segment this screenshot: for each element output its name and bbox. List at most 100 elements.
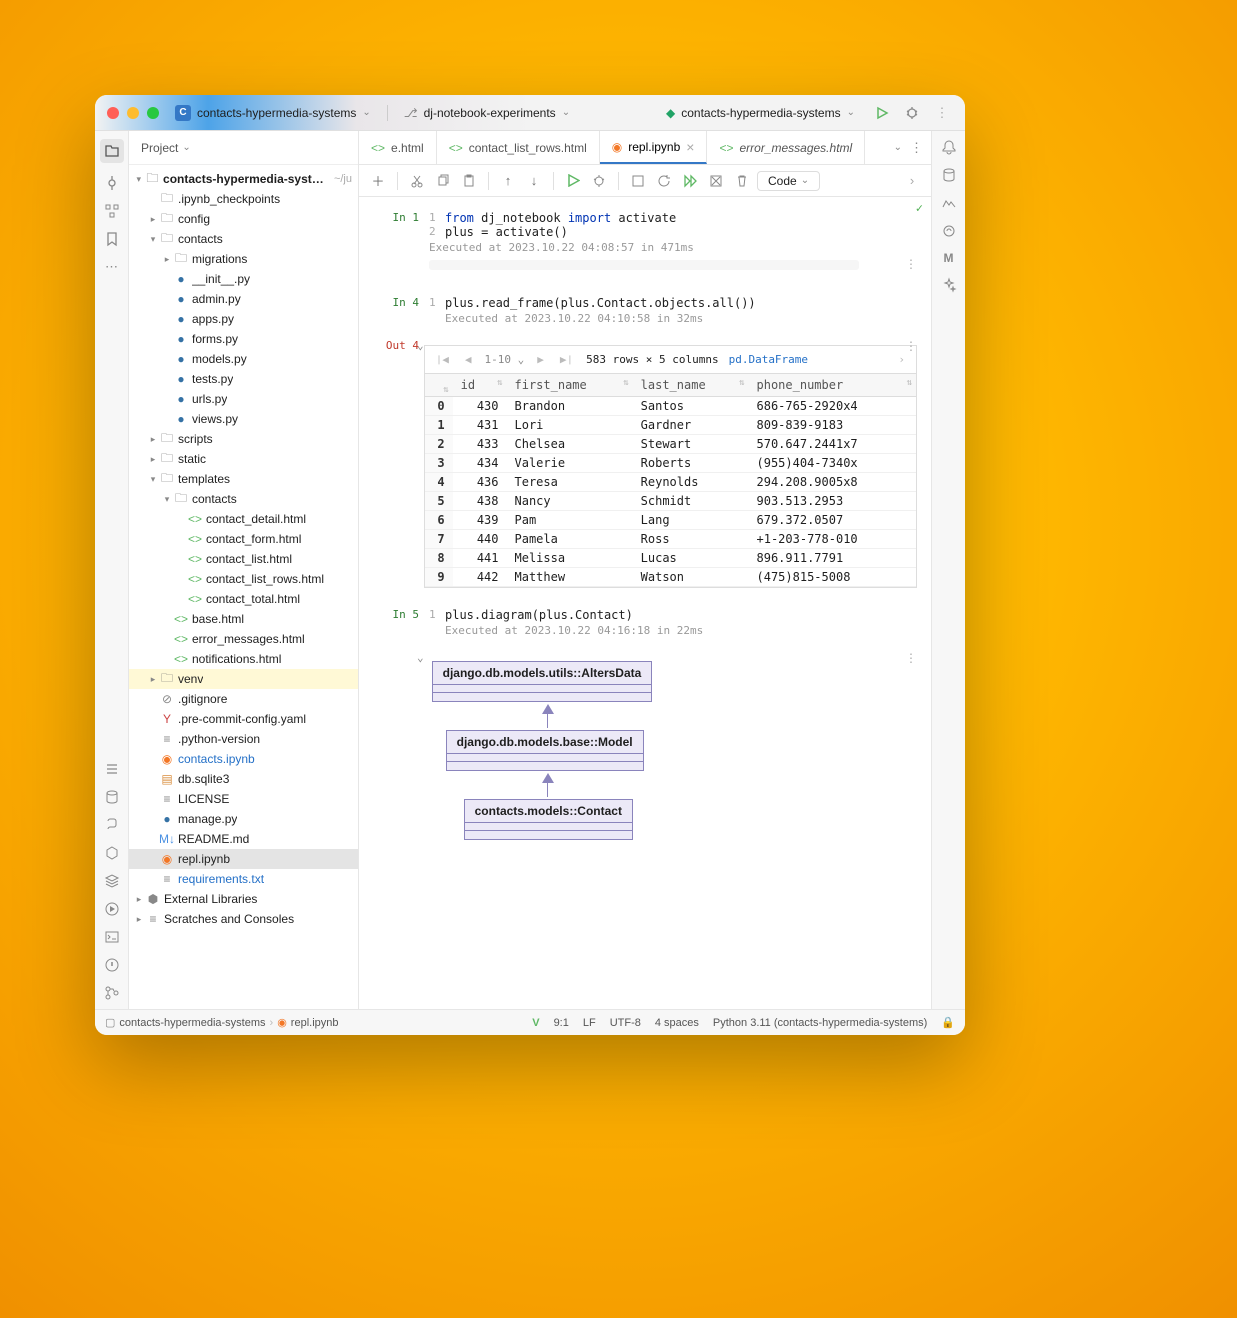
close-tab-button[interactable]: × bbox=[686, 139, 694, 155]
file-node[interactable]: ▸🗀config bbox=[129, 209, 358, 229]
column-header[interactable]: phone_number⇅ bbox=[749, 374, 917, 397]
file-node[interactable]: <>contact_detail.html bbox=[129, 509, 358, 529]
file-node[interactable]: ◉repl.ipynb bbox=[129, 849, 358, 869]
more-button[interactable]: ⋮ bbox=[931, 102, 953, 124]
editor-tab[interactable]: <>contact_list_rows.html bbox=[437, 131, 600, 164]
collapse-icon[interactable]: ⌄ bbox=[417, 651, 424, 850]
endpoints-icon[interactable] bbox=[941, 223, 957, 239]
cut-button[interactable] bbox=[406, 170, 428, 192]
notebook-cell[interactable]: In 1 1from dj_notebook import activate 2… bbox=[359, 207, 931, 292]
first-page-button[interactable]: ❘◀ bbox=[433, 353, 452, 366]
maximize-window-button[interactable] bbox=[147, 107, 159, 119]
file-node[interactable]: ●forms.py bbox=[129, 329, 358, 349]
file-node[interactable]: <>base.html bbox=[129, 609, 358, 629]
expand-button[interactable]: › bbox=[895, 353, 908, 366]
bookmarks-tool-icon[interactable] bbox=[104, 231, 120, 247]
file-node[interactable]: ▸🗀migrations bbox=[129, 249, 358, 269]
run-all-button[interactable] bbox=[679, 170, 701, 192]
notebook-cell[interactable]: In 5 1 plus.diagram(plus.Contact) Execut… bbox=[359, 604, 931, 647]
structure-tool-icon[interactable] bbox=[104, 203, 120, 219]
file-node[interactable]: ●urls.py bbox=[129, 389, 358, 409]
run-tool-icon[interactable] bbox=[104, 901, 120, 917]
editor-tab[interactable]: <>error_messages.html bbox=[707, 131, 865, 164]
terminal-icon[interactable] bbox=[104, 929, 120, 945]
cell-type-selector[interactable]: Code ⌄ bbox=[757, 171, 820, 191]
file-node[interactable]: <>error_messages.html bbox=[129, 629, 358, 649]
table-row[interactable]: 1431LoriGardner809-839-9183 bbox=[425, 416, 916, 435]
cell-menu-button[interactable]: ⋮ bbox=[905, 651, 917, 665]
file-node[interactable]: ▸🗀scripts bbox=[129, 429, 358, 449]
table-row[interactable]: 3434ValerieRoberts(955)404-7340x bbox=[425, 454, 916, 473]
notifications-icon[interactable] bbox=[941, 139, 957, 155]
file-node[interactable]: <>notifications.html bbox=[129, 649, 358, 669]
cell-menu-button[interactable]: ⋮ bbox=[905, 339, 917, 353]
table-row[interactable]: 0430BrandonSantos686-765-2920x4 bbox=[425, 397, 916, 416]
indent-setting[interactable]: 4 spaces bbox=[655, 1017, 699, 1029]
file-node[interactable]: ▸🗀static bbox=[129, 449, 358, 469]
move-up-button[interactable]: ↑ bbox=[497, 170, 519, 192]
editor-tab[interactable]: <>e.html bbox=[359, 131, 437, 164]
editor-tab[interactable]: ◉repl.ipynb× bbox=[600, 131, 708, 164]
page-range[interactable]: 1-10 ⌄ bbox=[485, 353, 525, 366]
prev-page-button[interactable]: ◀ bbox=[462, 353, 475, 366]
run-button[interactable] bbox=[871, 102, 893, 124]
sidebar-header[interactable]: Project ⌄ bbox=[129, 131, 358, 165]
branch-selector[interactable]: ⎇ dj-notebook-experiments ⌄ bbox=[396, 104, 578, 122]
file-node[interactable]: ▾🗀contacts bbox=[129, 229, 358, 249]
add-cell-button[interactable]: ＋ bbox=[367, 170, 389, 192]
move-down-button[interactable]: ↓ bbox=[523, 170, 545, 192]
minimize-window-button[interactable] bbox=[127, 107, 139, 119]
run-cell-button[interactable] bbox=[562, 170, 584, 192]
table-row[interactable]: 8441MelissaLucas896.911.7791 bbox=[425, 549, 916, 568]
encoding[interactable]: UTF-8 bbox=[610, 1017, 641, 1029]
file-node[interactable]: ▸≡Scratches and Consoles bbox=[129, 909, 358, 929]
dataframe-type[interactable]: pd.DataFrame bbox=[729, 353, 808, 366]
file-node[interactable]: Y.pre-commit-config.yaml bbox=[129, 709, 358, 729]
paste-button[interactable] bbox=[458, 170, 480, 192]
file-node[interactable]: ≡LICENSE bbox=[129, 789, 358, 809]
lock-icon[interactable]: 🔒 bbox=[941, 1016, 955, 1029]
file-node[interactable]: M↓README.md bbox=[129, 829, 358, 849]
cursor-position[interactable]: 9:1 bbox=[554, 1017, 569, 1029]
more-tools-icon[interactable]: ⋯ bbox=[105, 259, 118, 275]
file-node[interactable]: <>contact_form.html bbox=[129, 529, 358, 549]
table-row[interactable]: 4436TeresaReynolds294.208.9005x8 bbox=[425, 473, 916, 492]
notebook-cell[interactable]: In 4 1 plus.read_frame(plus.Contact.obje… bbox=[359, 292, 931, 335]
project-selector[interactable]: C contacts-hypermedia-systems ⌄ bbox=[167, 103, 379, 123]
file-node[interactable]: ●models.py bbox=[129, 349, 358, 369]
folder-node[interactable]: ▾🗀contacts-hypermedia-systems~/ju bbox=[129, 169, 358, 189]
file-node[interactable]: 🗀.ipynb_checkpoints bbox=[129, 189, 358, 209]
file-node[interactable]: <>contact_list.html bbox=[129, 549, 358, 569]
file-node[interactable]: ●manage.py bbox=[129, 809, 358, 829]
file-node[interactable]: ●__init__.py bbox=[129, 269, 358, 289]
file-node[interactable]: ▸⬢External Libraries bbox=[129, 889, 358, 909]
file-node[interactable]: ●views.py bbox=[129, 409, 358, 429]
file-node[interactable]: ≡requirements.txt bbox=[129, 869, 358, 889]
layers-icon[interactable] bbox=[104, 873, 120, 889]
file-node[interactable]: ●apps.py bbox=[129, 309, 358, 329]
clear-output-button[interactable] bbox=[705, 170, 727, 192]
debug-button[interactable] bbox=[901, 102, 923, 124]
project-tool-icon[interactable] bbox=[100, 139, 124, 163]
next-page-button[interactable]: ▶ bbox=[534, 353, 547, 366]
restart-button[interactable] bbox=[653, 170, 675, 192]
copy-button[interactable] bbox=[432, 170, 454, 192]
file-node[interactable]: ▸🗀venv bbox=[129, 669, 358, 689]
file-node[interactable]: ◉contacts.ipynb bbox=[129, 749, 358, 769]
ai-assistant-icon[interactable] bbox=[941, 277, 957, 293]
tabs-overflow[interactable]: ⌄⋮ bbox=[886, 131, 931, 164]
interrupt-button[interactable] bbox=[627, 170, 649, 192]
interpreter[interactable]: Python 3.11 (contacts-hypermedia-systems… bbox=[713, 1017, 927, 1029]
sciview-icon[interactable] bbox=[941, 195, 957, 211]
line-ending[interactable]: LF bbox=[583, 1017, 596, 1029]
file-node[interactable]: ▾🗀templates bbox=[129, 469, 358, 489]
close-window-button[interactable] bbox=[107, 107, 119, 119]
run-config-selector[interactable]: ◆ contacts-hypermedia-systems ⌄ bbox=[658, 104, 863, 122]
file-node[interactable]: <>contact_total.html bbox=[129, 589, 358, 609]
todo-icon[interactable] bbox=[104, 761, 120, 777]
makefile-icon[interactable]: M bbox=[944, 251, 954, 265]
table-row[interactable]: 9442MatthewWatson(475)815-5008 bbox=[425, 568, 916, 587]
collapse-icon[interactable]: ⌄ bbox=[417, 339, 424, 600]
delete-cell-button[interactable] bbox=[731, 170, 753, 192]
column-header[interactable]: last_name⇅ bbox=[633, 374, 749, 397]
